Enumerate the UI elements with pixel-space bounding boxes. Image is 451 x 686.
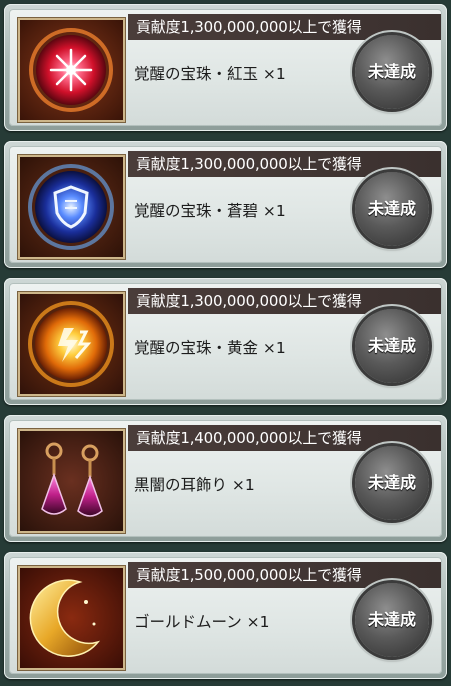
reward-card: 貢献度1,300,000,000以上で獲得 覚醒の宝珠・蒼碧 ×1 未達成 — [4, 141, 447, 268]
status-button[interactable]: 未達成 — [355, 172, 429, 246]
reward-card: 貢献度1,300,000,000以上で獲得 覚醒の宝珠・紅玉 ×1 未達成 — [4, 4, 447, 131]
status-button[interactable]: 未達成 — [355, 309, 429, 383]
reward-item-name: ゴールドムーン ×1 — [134, 613, 270, 631]
reward-icon-frame — [18, 155, 125, 259]
reward-list: 貢献度1,300,000,000以上で獲得 覚醒の宝珠・紅玉 ×1 未達成 貢献… — [0, 0, 451, 686]
reward-item-name: 覚醒の宝珠・蒼碧 ×1 — [134, 202, 286, 220]
reward-icon-frame — [18, 18, 125, 122]
reward-item-name: 黒闇の耳飾り ×1 — [134, 476, 255, 494]
status-button[interactable]: 未達成 — [355, 583, 429, 657]
status-button[interactable]: 未達成 — [355, 35, 429, 109]
blue-shield-orb-icon — [20, 157, 123, 257]
reward-card: 貢献度1,500,000,000以上で獲得 ゴールドムーン ×1 未達成 — [4, 552, 447, 679]
reward-item-name: 覚醒の宝珠・黄金 ×1 — [134, 339, 286, 357]
gold-moon-icon — [20, 568, 123, 668]
dark-earrings-icon — [20, 431, 123, 531]
reward-icon-frame — [18, 566, 125, 670]
gold-orb-icon — [20, 294, 123, 394]
reward-card: 貢献度1,300,000,000以上で獲得 覚醒の宝珠・黄金 ×1 未達成 — [4, 278, 447, 405]
status-button[interactable]: 未達成 — [355, 446, 429, 520]
reward-item-name: 覚醒の宝珠・紅玉 ×1 — [134, 65, 286, 83]
reward-icon-frame — [18, 292, 125, 396]
reward-icon-frame — [18, 429, 125, 533]
reward-card: 貢献度1,400,000,000以上で獲得 黒闇の耳飾り ×1 未達成 — [4, 415, 447, 542]
red-orb-icon — [20, 20, 123, 120]
